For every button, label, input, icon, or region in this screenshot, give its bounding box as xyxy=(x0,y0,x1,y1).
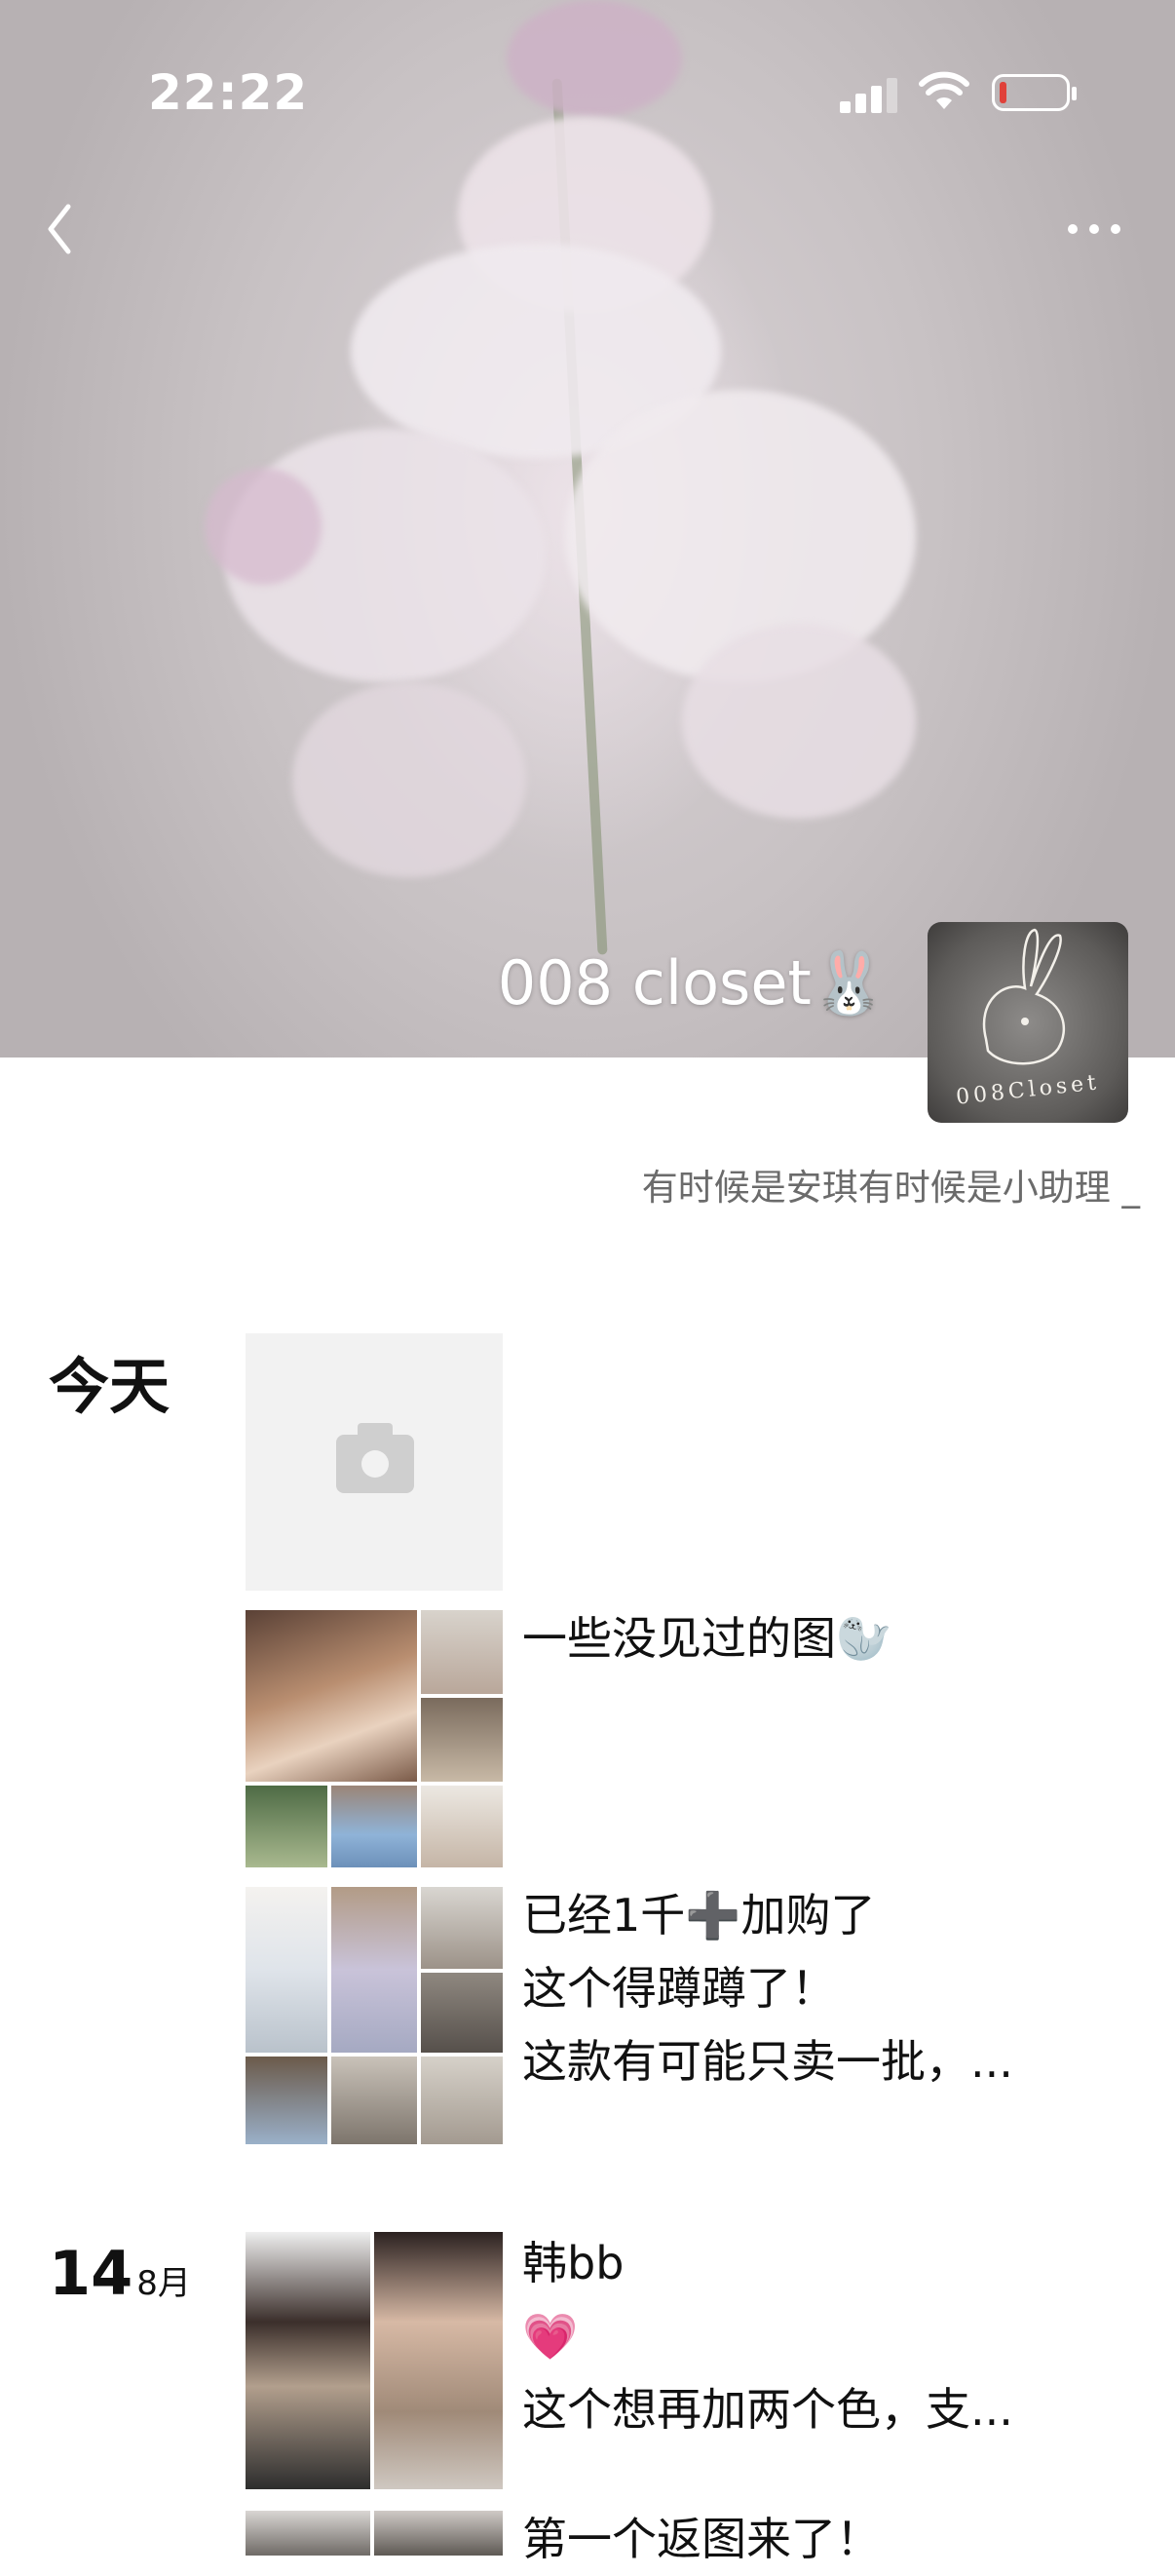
cellular-signal-icon xyxy=(840,78,898,113)
profile-signature: 有时候是安琪有时候是小助理 _ xyxy=(641,1167,1140,1209)
photo-thumbnail[interactable] xyxy=(374,2511,503,2556)
date-label-day: 14 8月 xyxy=(49,2238,191,2309)
date-label-today: 今天 xyxy=(49,1351,171,1422)
photo-thumbnail[interactable] xyxy=(331,2057,417,2144)
photo-thumbnail[interactable] xyxy=(331,1887,417,2053)
photo-thumbnail[interactable] xyxy=(246,2057,327,2144)
battery-icon xyxy=(992,74,1077,111)
photo-thumbnail[interactable] xyxy=(246,2511,370,2556)
photo-thumbnail[interactable] xyxy=(331,1786,417,1867)
photo-thumbnail[interactable] xyxy=(246,1786,327,1867)
battery-level xyxy=(1000,82,1006,103)
post-caption[interactable]: 第一个返图来了！ xyxy=(522,2503,881,2576)
date-month: 8月 xyxy=(136,2264,191,2303)
post-caption[interactable]: 一些没见过的图🦭 xyxy=(522,1602,891,1675)
status-bar: 22:22 xyxy=(0,0,1175,195)
photo-thumbnail[interactable] xyxy=(374,2232,503,2489)
profile-avatar[interactable]: 008Closet xyxy=(928,922,1128,1123)
camera-icon xyxy=(336,1423,414,1493)
add-post-camera-button[interactable] xyxy=(246,1333,503,1591)
date-day-number: 14 xyxy=(49,2238,133,2309)
more-dots-icon[interactable] xyxy=(1062,214,1130,244)
photo-thumbnail[interactable] xyxy=(246,2232,370,2489)
photo-thumbnail[interactable] xyxy=(421,1887,503,1969)
photo-thumbnail[interactable] xyxy=(421,2057,503,2144)
flower-blossom xyxy=(292,682,526,877)
wifi-icon xyxy=(919,71,969,109)
profile-username: 008 closet🐰 xyxy=(497,947,887,1019)
flower-blossom xyxy=(682,624,916,819)
flower-blossom xyxy=(205,468,322,585)
photo-thumbnail[interactable] xyxy=(246,1610,417,1782)
post-caption[interactable]: 已经1千➕加购了 这个得蹲蹲了！ 这款有可能只卖一批，... xyxy=(522,1879,1013,2098)
post-caption[interactable]: 韩bb 💗 这个想再加两个色，支... xyxy=(522,2227,1013,2446)
back-chevron-icon[interactable] xyxy=(39,195,82,263)
photo-thumbnail[interactable] xyxy=(421,1610,503,1694)
photo-thumbnail[interactable] xyxy=(246,1887,327,2053)
status-time: 22:22 xyxy=(148,64,309,121)
photo-thumbnail[interactable] xyxy=(421,1786,503,1867)
photo-thumbnail[interactable] xyxy=(421,1698,503,1782)
photo-thumbnail[interactable] xyxy=(421,1973,503,2053)
